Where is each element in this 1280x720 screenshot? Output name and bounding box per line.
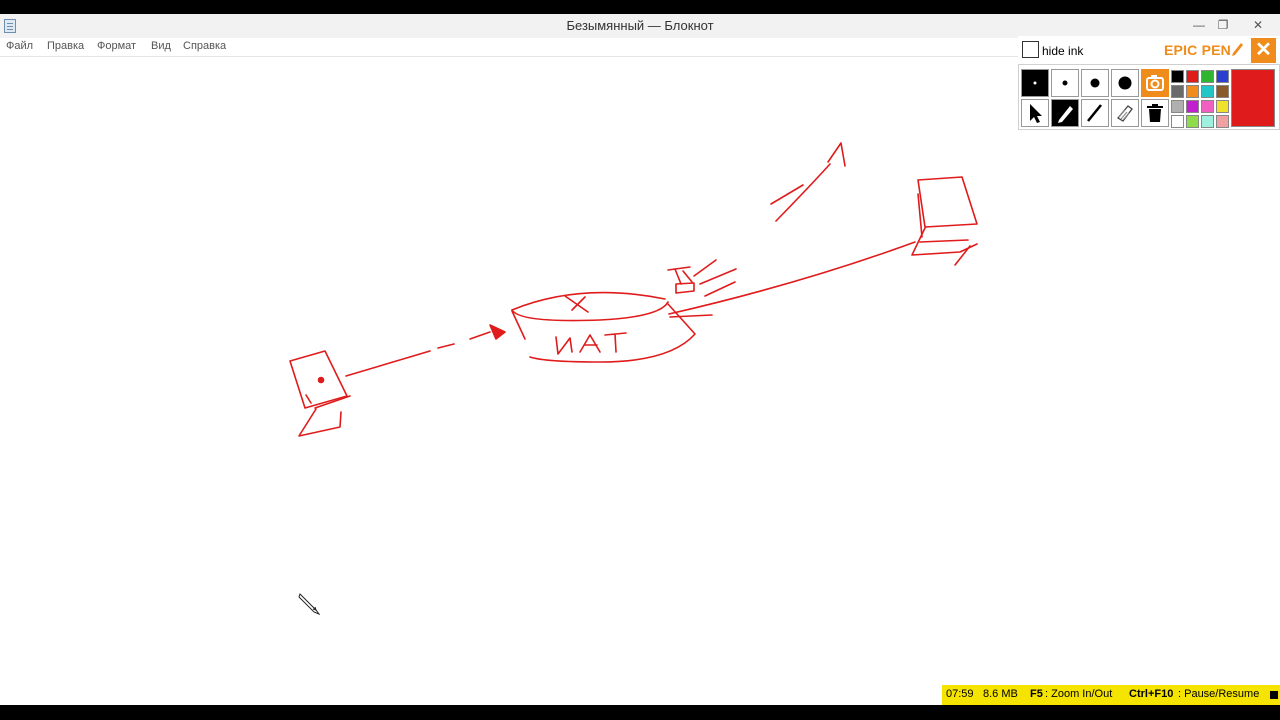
stop-recording-icon[interactable] xyxy=(1270,691,1278,699)
recording-size: 8.6 MB xyxy=(983,688,1018,700)
left-connection-dash-2 xyxy=(469,331,491,340)
size-dot-icon xyxy=(1118,76,1132,90)
epic-pen-logo: EPIC PEN xyxy=(1164,42,1231,58)
selected-color-swatch[interactable] xyxy=(1231,69,1275,127)
size-dot-icon xyxy=(1033,81,1037,85)
brush-size-m-button[interactable] xyxy=(1081,69,1109,97)
pencil-cursor-icon xyxy=(298,593,320,615)
right-connection-line xyxy=(668,241,916,315)
cursor-tool-button[interactable] xyxy=(1021,99,1049,127)
pen-logo-icon xyxy=(1232,43,1243,56)
arrow-head-to-nat xyxy=(489,324,506,340)
clear-all-button[interactable] xyxy=(1141,99,1169,127)
palette-color-swatch[interactable] xyxy=(1216,100,1229,113)
left-connection-dash xyxy=(437,343,455,349)
pause-shortcut-label: : Pause/Resume xyxy=(1178,688,1260,700)
zoom-shortcut-label: : Zoom In/Out xyxy=(1045,688,1113,700)
right-computer-drawing xyxy=(911,176,978,266)
pen-tool-button[interactable] xyxy=(1051,99,1079,127)
palette-color-swatch[interactable] xyxy=(1171,85,1184,98)
camera-icon xyxy=(1146,75,1164,91)
pen-icon xyxy=(1058,106,1073,123)
nat-router-drawing xyxy=(511,291,696,363)
palette-color-swatch[interactable] xyxy=(1186,115,1199,128)
palette-color-swatch[interactable] xyxy=(1201,100,1214,113)
left-connection-line xyxy=(345,350,431,377)
hide-ink-checkbox[interactable] xyxy=(1022,41,1039,58)
zoom-shortcut-key: F5 xyxy=(1030,688,1043,700)
palette-color-swatch[interactable] xyxy=(1171,100,1184,113)
left-computer-mark xyxy=(317,376,325,384)
arrow-cursor-icon xyxy=(1030,104,1042,123)
epic-pen-toolbar xyxy=(1018,64,1280,130)
eraser-tool-button[interactable] xyxy=(1111,99,1139,127)
palette-color-swatch[interactable] xyxy=(1186,100,1199,113)
right-connection-branch xyxy=(669,314,713,318)
highlighter-tool-button[interactable] xyxy=(1081,99,1109,127)
trash-icon xyxy=(1147,104,1163,122)
screenshot-button[interactable] xyxy=(1141,69,1169,97)
palette-color-swatch[interactable] xyxy=(1201,115,1214,128)
brush-size-s-button[interactable] xyxy=(1051,69,1079,97)
nat-antenna-drawing xyxy=(667,259,737,297)
epic-pen-close-button[interactable]: ✕ xyxy=(1251,38,1276,63)
eraser-icon xyxy=(1117,105,1133,122)
internet-arrow-drawing xyxy=(770,142,846,222)
palette-color-swatch[interactable] xyxy=(1216,85,1229,98)
palette-color-swatch[interactable] xyxy=(1171,70,1184,83)
hide-ink-label: hide ink xyxy=(1042,44,1084,58)
brush-size-l-button[interactable] xyxy=(1111,69,1139,97)
brush-size-xs-button[interactable] xyxy=(1021,69,1049,97)
palette-color-swatch[interactable] xyxy=(1216,70,1229,83)
size-dot-icon xyxy=(1062,80,1068,86)
palette-color-swatch[interactable] xyxy=(1201,85,1214,98)
left-computer-drawing xyxy=(289,350,351,437)
palette-color-swatch[interactable] xyxy=(1186,85,1199,98)
recorder-status-bar: 07:59 8.6 MB F5 : Zoom In/Out Ctrl+F10 :… xyxy=(942,685,1280,705)
screen-top-edge xyxy=(0,0,1280,14)
marker-icon xyxy=(1087,104,1102,122)
size-dot-icon xyxy=(1090,78,1100,88)
palette-color-swatch[interactable] xyxy=(1186,70,1199,83)
palette-color-swatch[interactable] xyxy=(1201,70,1214,83)
palette-color-swatch[interactable] xyxy=(1171,115,1184,128)
recording-time: 07:59 xyxy=(946,688,974,700)
pause-shortcut-key: Ctrl+F10 xyxy=(1129,688,1174,700)
epic-pen-header: hide ink EPIC PEN ✕ xyxy=(1018,36,1280,64)
palette-color-swatch[interactable] xyxy=(1216,115,1229,128)
